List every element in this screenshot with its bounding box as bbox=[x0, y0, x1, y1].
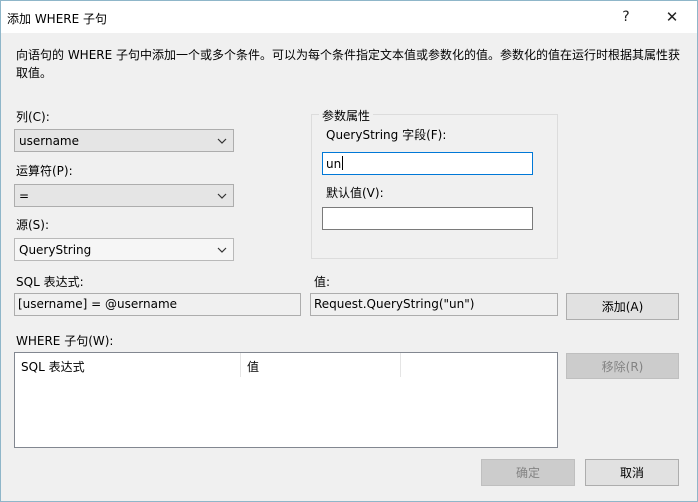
default-value-input[interactable] bbox=[322, 207, 533, 230]
querystring-field-input[interactable]: un bbox=[322, 152, 533, 175]
parameter-properties-title: 参数属性 bbox=[319, 107, 374, 124]
help-button[interactable]: ? bbox=[603, 1, 649, 33]
column-select-value: username bbox=[19, 134, 79, 148]
where-clause-list[interactable]: SQL 表达式 值 bbox=[14, 352, 558, 448]
sql-expression-value: [username] = @username bbox=[18, 297, 178, 311]
where-clause-label: WHERE 子句(W): bbox=[16, 334, 114, 348]
title-bar: 添加 WHERE 子句 ? ✕ bbox=[1, 1, 697, 33]
querystring-field-label: QueryString 字段(F): bbox=[326, 128, 447, 142]
querystring-field-value: un bbox=[326, 157, 342, 171]
sql-expression-label: SQL 表达式: bbox=[16, 275, 84, 289]
column-select[interactable]: username bbox=[14, 129, 234, 152]
value-field: Request.QueryString("un") bbox=[310, 293, 558, 316]
ok-button[interactable]: 确定 bbox=[481, 459, 575, 486]
sql-expression-field: [username] = @username bbox=[14, 293, 301, 316]
source-label: 源(S): bbox=[16, 218, 50, 232]
dialog-title: 添加 WHERE 子句 bbox=[7, 12, 108, 26]
close-icon: ✕ bbox=[665, 8, 679, 26]
column-header-filler bbox=[401, 353, 557, 377]
value-label: 值: bbox=[314, 275, 331, 289]
chevron-down-icon bbox=[215, 242, 229, 258]
source-select-value: QueryString bbox=[19, 243, 92, 257]
column-header-label: 值 bbox=[247, 360, 260, 374]
dialog-window: 添加 WHERE 子句 ? ✕ 向语句的 WHERE 子句中添加一个或多个条件。… bbox=[0, 0, 698, 502]
column-label: 列(C): bbox=[16, 110, 50, 124]
chevron-down-icon bbox=[215, 188, 229, 204]
add-button[interactable]: 添加(A) bbox=[566, 293, 679, 320]
default-value-label: 默认值(V): bbox=[326, 186, 384, 200]
help-icon: ? bbox=[622, 9, 630, 25]
chevron-down-icon bbox=[215, 133, 229, 149]
operator-select-value: = bbox=[19, 189, 30, 203]
column-header-value[interactable]: 值 bbox=[241, 353, 401, 377]
source-select[interactable]: QueryString bbox=[14, 238, 234, 261]
text-caret bbox=[342, 156, 344, 170]
operator-label: 运算符(P): bbox=[16, 164, 73, 178]
column-header-sql-expression[interactable]: SQL 表达式 bbox=[15, 353, 241, 377]
remove-button[interactable]: 移除(R) bbox=[566, 353, 679, 379]
column-header-label: SQL 表达式 bbox=[21, 360, 85, 374]
operator-select[interactable]: = bbox=[14, 184, 234, 207]
cancel-button[interactable]: 取消 bbox=[585, 459, 679, 486]
value-field-value: Request.QueryString("un") bbox=[314, 297, 475, 311]
close-button[interactable]: ✕ bbox=[649, 1, 695, 33]
description-text: 向语句的 WHERE 子句中添加一个或多个条件。可以为每个条件指定文本值或参数化… bbox=[16, 48, 681, 80]
